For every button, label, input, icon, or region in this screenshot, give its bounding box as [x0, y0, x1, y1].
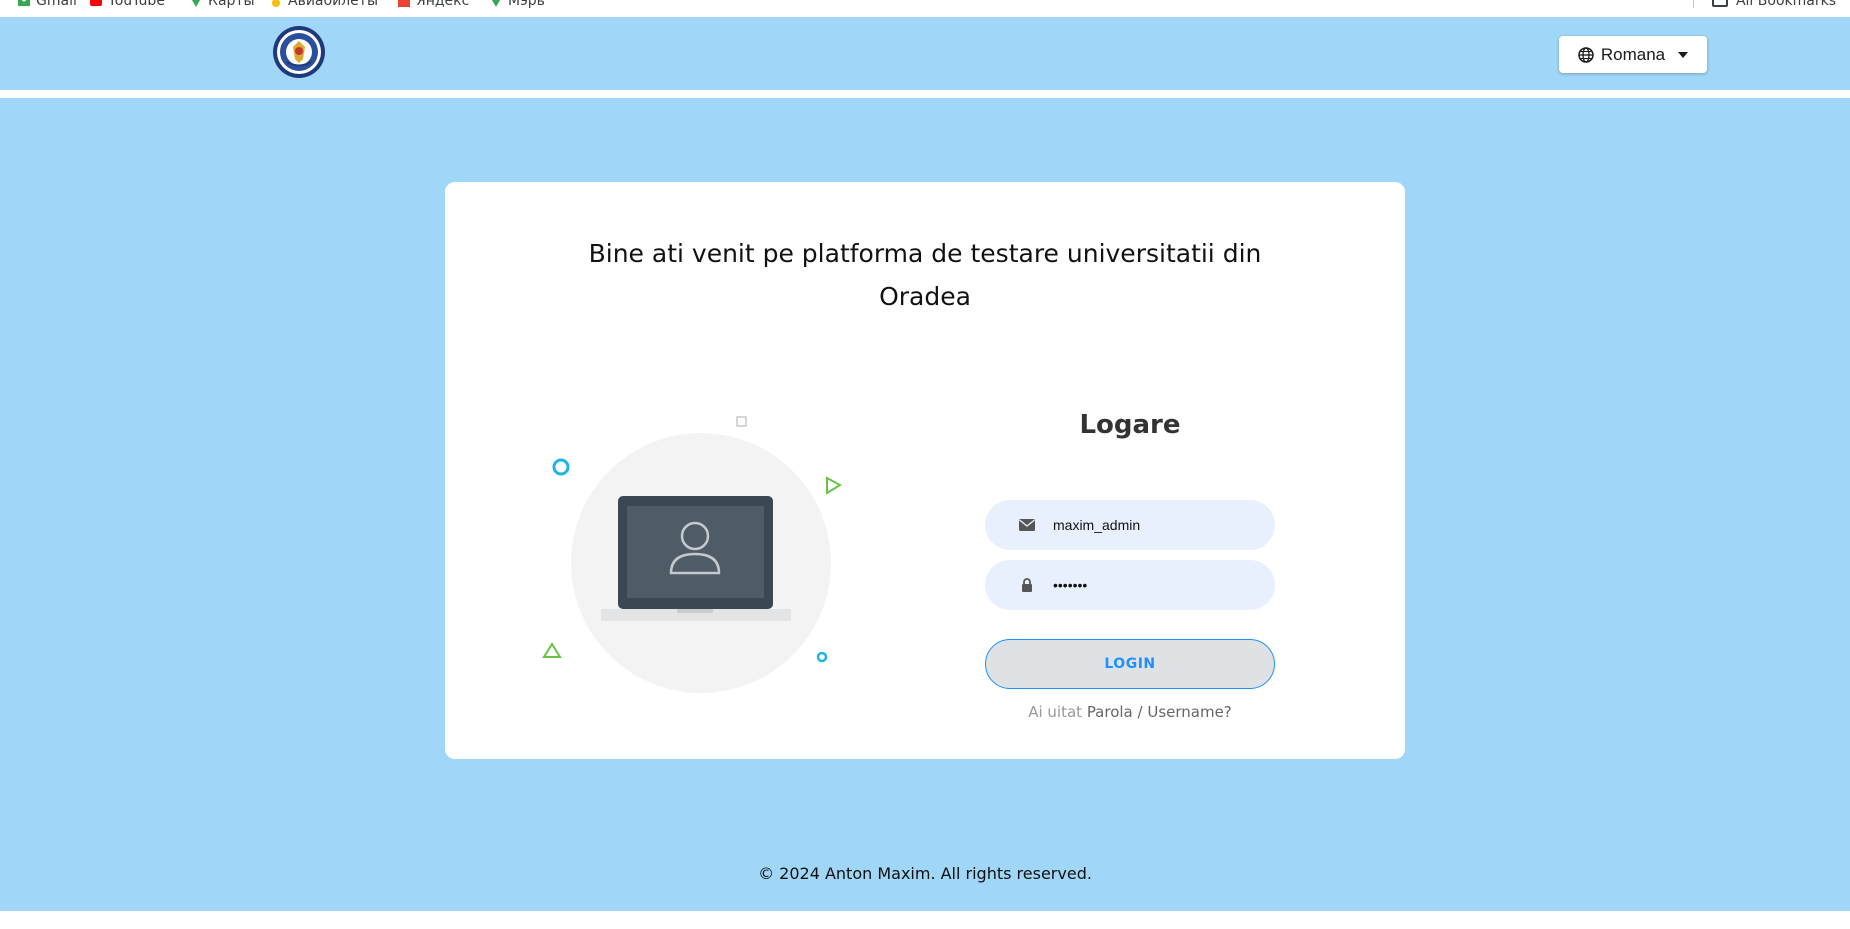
- all-bookmarks-label: All Bookmarks: [1735, 0, 1836, 9]
- chevron-down-icon: [1678, 51, 1689, 58]
- header-divider: [0, 90, 1850, 98]
- bookmark-maps[interactable]: Карты: [190, 0, 255, 9]
- all-bookmarks[interactable]: All Bookmarks: [1692, 0, 1836, 9]
- bookmark-gmail[interactable]: Gmail: [18, 0, 77, 9]
- main-content: Bine ati venit pe platforma de testare u…: [0, 98, 1850, 911]
- forgot-credentials: Ai uitat Parola / Username?: [985, 703, 1275, 721]
- maps-pin-icon: [192, 0, 200, 7]
- username-input[interactable]: [1053, 510, 1253, 540]
- bookmark-label: Авиабилеты: [288, 0, 379, 9]
- envelope-icon: [1019, 517, 1035, 533]
- university-seal-icon[interactable]: [272, 25, 326, 79]
- lock-icon: [1019, 577, 1035, 593]
- welcome-heading: Bine ati venit pe platforma de testare u…: [588, 239, 1262, 311]
- forgot-prefix: Ai uitat: [1028, 703, 1083, 721]
- youtube-icon: [90, 0, 102, 6]
- language-dropdown[interactable]: Romana: [1559, 36, 1707, 73]
- globe-icon: [1578, 46, 1594, 63]
- footer-copyright: © 2024 Anton Maxim. All rights reserved.: [758, 864, 1092, 883]
- forgot-link[interactable]: Parola / Username?: [1087, 703, 1232, 721]
- username-field[interactable]: [985, 500, 1275, 550]
- yandex-icon: [398, 0, 410, 7]
- login-title: Logare: [1079, 410, 1181, 440]
- bookmarks-bar: Gmail YouTube Карты Авиабилеты Яндекс Мэ…: [0, 0, 1850, 17]
- bookmark-label: YouTube: [108, 0, 165, 9]
- language-label: Romana: [1600, 44, 1666, 64]
- bookmark-label: Gmail: [36, 0, 77, 9]
- login-button[interactable]: LOGIN: [985, 639, 1275, 689]
- bookmark-yandex[interactable]: Яндекс: [398, 0, 469, 9]
- bookmark-label: Мэрь: [508, 0, 545, 9]
- maps-pin-icon: [492, 0, 500, 7]
- login-card: Bine ati venit pe platforma de testare u…: [445, 182, 1405, 759]
- password-input[interactable]: [1053, 570, 1253, 600]
- folder-icon: [1711, 0, 1728, 7]
- laptop-user-icon: [542, 416, 843, 693]
- bookmarks-separator: [1692, 0, 1694, 8]
- flights-icon: [272, 0, 280, 7]
- bottom-strip: [0, 911, 1850, 929]
- bookmark-youtube[interactable]: YouTube: [90, 0, 165, 9]
- bookmark-flights[interactable]: Авиабилеты: [270, 0, 378, 9]
- bookmark-label: Яндекс: [416, 0, 470, 9]
- password-field[interactable]: [985, 560, 1275, 610]
- gmail-icon: [18, 0, 30, 6]
- bookmark-maps-2[interactable]: Мэрь: [490, 0, 545, 9]
- bookmark-label: Карты: [208, 0, 255, 9]
